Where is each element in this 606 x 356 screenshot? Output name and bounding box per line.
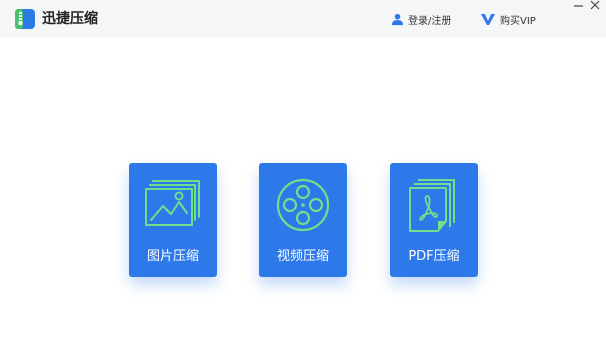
pdf-compress-label: PDF压缩 — [408, 249, 460, 264]
minimize-icon[interactable] — [572, 0, 586, 14]
zip-file-icon — [15, 9, 35, 29]
video-compress-card[interactable]: 视频压缩 — [259, 163, 347, 277]
pdf-compress-card[interactable]: PDF压缩 — [390, 163, 478, 277]
login-register-link[interactable]: 登录/注册 — [391, 10, 451, 28]
buy-vip-link[interactable]: 购买VIP — [480, 10, 536, 28]
login-register-label: 登录/注册 — [408, 15, 452, 27]
image-stack-icon — [145, 180, 200, 226]
close-icon[interactable] — [588, 0, 602, 14]
buy-vip-label: 购买VIP — [500, 15, 536, 27]
image-compress-label: 图片压缩 — [146, 249, 199, 264]
vip-icon — [481, 14, 495, 25]
image-compress-card[interactable]: 图片压缩 — [129, 163, 217, 277]
app-title: 迅捷压缩 — [42, 11, 98, 27]
user-icon — [391, 13, 404, 25]
film-reel-icon — [276, 178, 330, 232]
title-bar: 迅捷压缩 登录/注册 购买VIP — [0, 0, 606, 38]
pdf-document-icon — [409, 179, 455, 232]
video-compress-label: 视频压缩 — [276, 249, 329, 264]
